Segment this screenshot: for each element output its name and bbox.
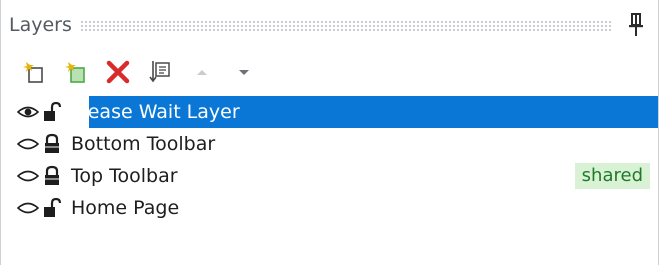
layer-name: Top Toolbar: [71, 165, 178, 187]
layer-list: Please Wait Layer Bottom Toolbar Top Too…: [1, 96, 658, 224]
layers-panel: Layers Please Wait Layer Bottom Toolbar …: [0, 0, 659, 265]
pin-icon[interactable]: [626, 11, 646, 39]
move-layer-down-button[interactable]: [229, 56, 259, 88]
hidden-eye-icon[interactable]: [17, 195, 39, 221]
new-layer-button[interactable]: [19, 56, 49, 88]
layer-row-bottom-toolbar[interactable]: Bottom Toolbar: [1, 128, 658, 160]
move-down-icon: [239, 70, 249, 75]
unlocked-icon[interactable]: [41, 195, 63, 221]
delete-icon: [106, 60, 130, 84]
drag-grip[interactable]: [79, 19, 612, 31]
new-shared-layer-button[interactable]: [61, 56, 91, 88]
layer-properties-icon: [149, 61, 170, 83]
layers-toolbar: [1, 50, 658, 94]
hidden-eye-icon[interactable]: [17, 163, 39, 189]
visible-eye-icon[interactable]: [17, 99, 39, 125]
move-layer-up-button[interactable]: [187, 56, 217, 88]
hidden-eye-icon[interactable]: [17, 131, 39, 157]
layer-properties-button[interactable]: [145, 56, 175, 88]
move-up-icon: [197, 70, 207, 75]
layer-name: Bottom Toolbar: [71, 133, 216, 155]
layer-name: Please Wait Layer: [71, 101, 240, 123]
layer-row-top-toolbar[interactable]: Top Toolbar shared: [1, 160, 658, 192]
locked-icon[interactable]: [41, 131, 63, 157]
layer-name: Home Page: [71, 197, 180, 219]
shared-badge: shared: [574, 163, 650, 189]
layer-row-please-wait[interactable]: Please Wait Layer: [1, 96, 658, 128]
panel-titlebar[interactable]: Layers: [1, 0, 658, 50]
delete-layer-button[interactable]: [103, 56, 133, 88]
panel-title: Layers: [9, 14, 72, 36]
locked-icon[interactable]: [41, 163, 63, 189]
unlocked-icon[interactable]: [41, 99, 63, 125]
layer-row-home-page[interactable]: Home Page: [1, 192, 658, 224]
new-shared-layer-icon: [65, 62, 85, 83]
new-layer-icon: [23, 62, 43, 83]
